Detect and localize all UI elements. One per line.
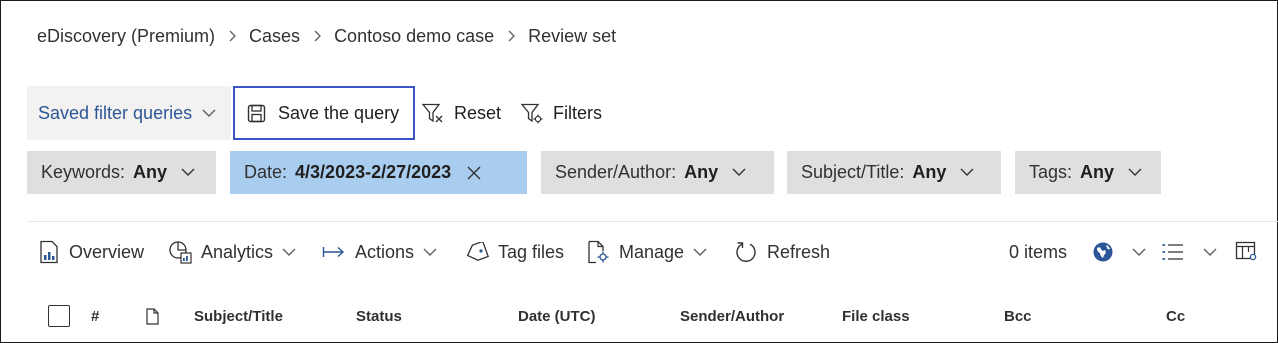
filters-label: Filters (553, 102, 602, 123)
actions-label: Actions (355, 241, 415, 262)
chevron-right-icon (300, 30, 334, 42)
subject-filter-value: Any (912, 162, 947, 182)
tags-filter-label: Tags: (1029, 162, 1073, 182)
column-header-sender-author[interactable]: Sender/Author (680, 303, 784, 329)
column-header-date[interactable]: Date (UTC) (518, 303, 596, 329)
breadcrumb: eDiscovery (Premium) Cases Contoso demo … (37, 24, 616, 48)
keywords-filter-value: Any (133, 162, 168, 182)
overview-icon (38, 240, 60, 264)
filter-reset-icon (422, 103, 443, 122)
section-divider (27, 221, 1278, 222)
breadcrumb-case[interactable]: Contoso demo case (334, 26, 494, 47)
sender-filter-value: Any (684, 162, 719, 182)
overview-label: Overview (69, 241, 145, 262)
overview-button[interactable]: Overview (38, 232, 144, 272)
keywords-filter-label: Keywords: (41, 162, 126, 182)
actions-button[interactable]: Actions (322, 232, 437, 272)
saved-filter-queries-label: Saved filter queries (38, 102, 193, 123)
select-all-checkbox[interactable] (48, 305, 70, 327)
subject-title-filter[interactable]: Subject/Title: Any (787, 151, 1001, 194)
reset-button[interactable]: Reset (422, 86, 501, 140)
chevron-down-icon (282, 248, 296, 257)
chevron-down-icon (732, 168, 746, 177)
manage-file-icon (586, 240, 610, 264)
chevron-right-icon (215, 30, 249, 42)
refresh-label: Refresh (767, 241, 831, 262)
chevron-down-icon (693, 248, 707, 257)
tag-files-button[interactable]: Tag files (465, 232, 564, 272)
query-toolbar: Saved filter queries Save the query Rese… (27, 86, 602, 140)
breadcrumb-review-set: Review set (528, 25, 617, 46)
chevron-down-icon (423, 248, 437, 257)
analytics-label: Analytics (201, 241, 274, 262)
saved-filter-queries-dropdown[interactable]: Saved filter queries (27, 86, 231, 140)
chevron-down-icon (202, 109, 216, 118)
save-query-button[interactable]: Save the query (233, 86, 415, 140)
chevron-down-icon (1203, 248, 1217, 257)
manage-button[interactable]: Manage (586, 232, 707, 272)
refresh-button[interactable]: Refresh (734, 232, 830, 272)
date-filter[interactable]: Date: 4/3/2023-2/27/2023 (230, 151, 527, 194)
table-header: # Subject/Title Status Date (UTC) Sender… (0, 303, 1278, 329)
manage-label: Manage (619, 241, 685, 262)
column-header-number[interactable]: # (91, 303, 99, 329)
column-settings-icon (1235, 241, 1259, 263)
save-icon (247, 104, 266, 122)
refresh-icon (734, 240, 758, 264)
tag-icon (465, 242, 489, 262)
actions-arrow-icon (322, 245, 346, 259)
chevron-down-icon (1128, 168, 1142, 177)
column-header-status[interactable]: Status (356, 303, 402, 329)
column-header-bcc[interactable]: Bcc (1004, 303, 1032, 329)
column-header-cc[interactable]: Cc (1166, 303, 1185, 329)
date-filter-value: 4/3/2023-2/27/2023 (295, 162, 452, 182)
chevron-down-icon (1132, 248, 1146, 257)
sender-filter-label: Sender/Author: (555, 162, 677, 182)
subject-filter-label: Subject/Title: (801, 162, 905, 182)
chevron-down-icon (960, 168, 974, 177)
breadcrumb-ediscovery[interactable]: eDiscovery (Premium) (37, 26, 215, 47)
list-options-icon (1161, 242, 1185, 262)
filters-button[interactable]: Filters (521, 86, 602, 140)
analytics-button[interactable]: Analytics (168, 232, 296, 272)
keywords-filter[interactable]: Keywords: Any (27, 151, 216, 194)
sender-author-filter[interactable]: Sender/Author: Any (541, 151, 774, 194)
column-header-file-class[interactable]: File class (842, 303, 910, 329)
filter-settings-icon (521, 103, 543, 123)
chevron-down-icon (181, 168, 195, 177)
chevron-right-icon (494, 30, 528, 42)
column-header-subject-title[interactable]: Subject/Title (194, 303, 283, 329)
analytics-icon (168, 240, 192, 264)
breadcrumb-cases[interactable]: Cases (249, 26, 300, 47)
list-options-button[interactable] (1161, 232, 1217, 272)
tag-files-label: Tag files (498, 241, 565, 262)
item-count-label: 0 items (1009, 241, 1068, 262)
item-count: 0 items (1009, 232, 1067, 272)
command-bar: Overview Analytics Actions Tag files Man… (0, 232, 1278, 272)
tags-filter[interactable]: Tags: Any (1015, 151, 1161, 194)
language-button[interactable] (1092, 232, 1146, 272)
tags-filter-value: Any (1080, 162, 1115, 182)
reset-label: Reset (454, 102, 502, 123)
column-settings-button[interactable] (1235, 232, 1268, 272)
globe-icon (1092, 241, 1114, 263)
date-filter-label: Date: (244, 162, 288, 182)
save-query-label: Save the query (278, 102, 400, 123)
document-icon (146, 303, 159, 329)
close-icon[interactable] (467, 166, 481, 180)
